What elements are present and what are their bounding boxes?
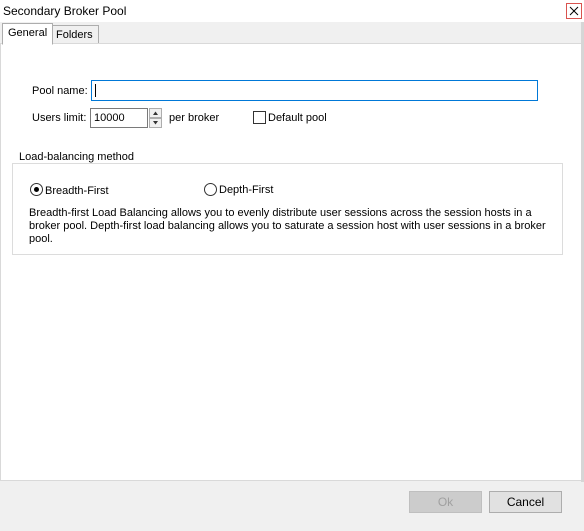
close-button[interactable]: [566, 3, 582, 19]
per-broker-label: per broker: [169, 112, 220, 124]
tab-general[interactable]: General: [2, 23, 54, 45]
cancel-button[interactable]: Cancel: [489, 491, 562, 513]
depth-first-label[interactable]: Depth-First: [219, 184, 273, 196]
breadth-first-radio[interactable]: [30, 183, 43, 196]
users-limit-label: Users limit:: [32, 112, 87, 124]
load-balancing-description: Breadth-first Load Balancing allows you …: [29, 207, 546, 244]
pool-name-input[interactable]: [91, 80, 538, 101]
window-title: Secondary Broker Pool: [3, 4, 127, 18]
tab-folders[interactable]: Folders: [50, 25, 99, 45]
users-limit-spin-down[interactable]: [149, 118, 162, 128]
default-pool-label[interactable]: Default pool: [268, 112, 327, 124]
close-icon: [569, 6, 579, 16]
breadth-first-label[interactable]: Breadth-First: [45, 185, 109, 197]
ok-button[interactable]: Ok: [409, 491, 482, 513]
spin-up-icon: [153, 111, 158, 115]
load-balancing-legend: Load-balancing method: [17, 151, 136, 163]
title-bar: Secondary Broker Pool: [0, 0, 584, 22]
radio-selected-dot: [34, 187, 39, 192]
depth-first-radio[interactable]: [204, 183, 217, 196]
text-caret: [95, 84, 96, 97]
default-pool-checkbox[interactable]: [253, 111, 266, 124]
tab-panel-general: [0, 43, 583, 481]
users-limit-input[interactable]: 10000: [90, 108, 148, 128]
pool-name-label: Pool name:: [32, 85, 88, 97]
spin-down-icon: [153, 121, 158, 125]
users-limit-value: 10000: [94, 112, 125, 124]
users-limit-spin-up[interactable]: [149, 108, 162, 118]
